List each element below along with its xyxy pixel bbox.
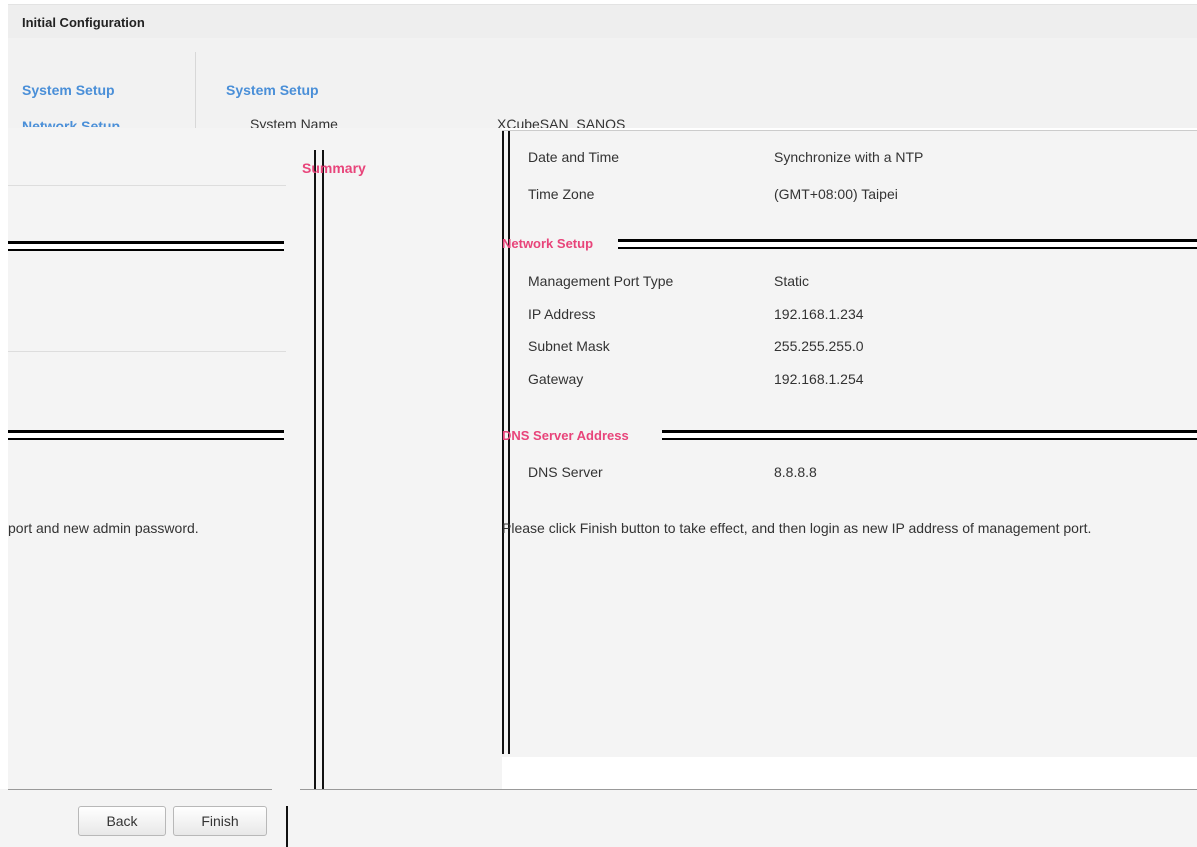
window-title: Initial Configuration [22,15,145,30]
back-button[interactable]: Back [78,806,166,836]
divider [8,351,286,352]
back-window-panel [8,38,1197,128]
window-titlebar: Initial Configuration [8,4,1197,40]
wizard-instruction-text: port and new admin password. [8,520,199,536]
sidebar-divider [195,52,196,128]
management-port-type-label: Management Port Type [528,273,674,289]
dns-server-value: 8.8.8.8 [774,464,817,480]
summary-panel: Date and Time Synchronize with a NTP Tim… [502,130,1197,757]
summary-column [296,128,502,789]
column-border [314,756,316,789]
date-time-value: Synchronize with a NTP [774,149,924,165]
ip-address-label: IP Address [528,306,596,322]
section-bar [662,430,1197,440]
footer-divider [300,789,1197,790]
summary-heading: Summary [302,160,366,176]
system-name-value: XCubeSAN_SANOS [497,116,626,128]
dns-server-address-section-title: DNS Server Address [502,428,629,443]
time-zone-label: Time Zone [528,186,595,202]
sidebar-item-network-setup[interactable]: Network Setup [22,118,120,127]
date-time-label: Date and Time [528,149,620,165]
management-port-type-value: Static [774,273,810,289]
divider [8,185,286,186]
column-border [322,150,324,789]
column-border [314,150,316,789]
gateway-value: 192.168.1.254 [774,371,864,387]
system-name-label: System Name [250,116,338,128]
network-setup-section-title: Network Setup [502,236,594,251]
dns-server-label: DNS Server [528,464,603,480]
footer-vertical-divider [286,806,288,847]
finish-button[interactable]: Finish [173,806,267,836]
sidebar-item-system-setup[interactable]: System Setup [22,82,115,98]
column-border [322,756,324,789]
section-bar [618,239,1197,249]
page-heading-system-setup: System Setup [226,82,319,98]
section-bar [8,241,284,251]
time-zone-value: (GMT+08:00) Taipei [774,186,898,202]
subnet-mask-value: 255.255.255.0 [774,338,864,354]
wizard-left-panel [8,128,296,789]
summary-note-text: Please click Finish button to take effec… [502,520,1092,536]
subnet-mask-label: Subnet Mask [528,338,610,354]
gateway-label: Gateway [528,371,584,387]
ip-address-value: 192.168.1.234 [774,306,864,322]
footer-divider [8,789,272,790]
section-bar [8,430,284,440]
